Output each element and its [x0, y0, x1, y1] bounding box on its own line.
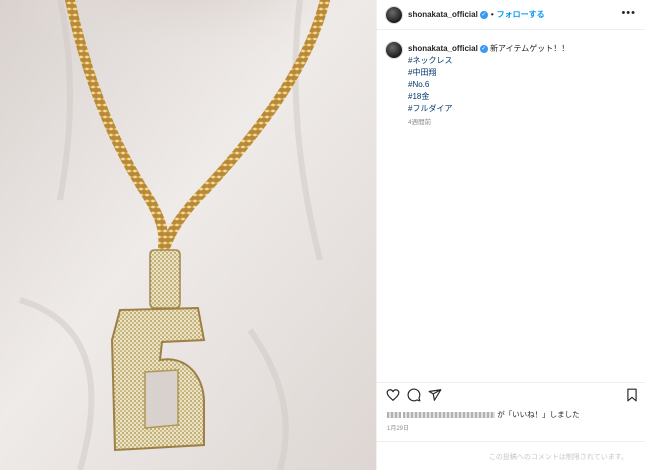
bookmark-icon[interactable]	[625, 388, 639, 402]
verified-icon: ✓	[479, 10, 488, 19]
share-icon[interactable]	[428, 388, 442, 402]
hashtag-link[interactable]: #フルダイア	[408, 103, 633, 115]
header-user: shonakata_official ✓ • フォローする	[408, 9, 545, 20]
username-link[interactable]: shonakata_official	[408, 10, 478, 19]
post-photo[interactable]	[0, 0, 376, 470]
verified-icon: ✓	[479, 44, 488, 53]
caption-body: shonakata_official ✓ 新アイテムゲット！！ #ネックレス #中…	[408, 43, 633, 129]
comments-area: この投稿へのコメントは制限されています。	[377, 441, 645, 470]
post-side-panel: shonakata_official ✓ • フォローする ••• shonakata…	[376, 0, 645, 470]
avatar[interactable]	[385, 6, 403, 24]
liker-name-redacted[interactable]	[403, 412, 496, 419]
post-header: shonakata_official ✓ • フォローする •••	[377, 0, 645, 30]
hashtag-link[interactable]: #18金	[408, 91, 633, 103]
caption-text: 新アイテムゲット！！	[490, 44, 570, 53]
instagram-post: shonakata_official ✓ • フォローする ••• shonakata…	[0, 0, 645, 470]
heart-icon[interactable]	[386, 388, 400, 402]
caption-avatar[interactable]	[385, 41, 403, 59]
caption-username[interactable]: shonakata_official	[408, 44, 478, 53]
hashtag-link[interactable]: #No.6	[408, 79, 633, 91]
hashtag-link[interactable]: #中田翔	[408, 67, 633, 79]
post-date[interactable]: 1月29日	[387, 423, 409, 432]
caption-time: 4週間前	[408, 119, 432, 126]
liker-avatars	[387, 412, 401, 419]
follow-button[interactable]: フォローする	[497, 10, 545, 19]
likes-line: が「いいね！」しました	[387, 409, 580, 420]
action-bar	[377, 382, 645, 406]
comments-restricted-text: この投稿へのコメントは制限されています。	[488, 454, 628, 461]
separator-dot: •	[490, 10, 494, 19]
comment-icon[interactable]	[407, 388, 421, 402]
more-icon[interactable]: •••	[621, 7, 636, 19]
necklace-photo	[0, 0, 376, 470]
likes-text: が「いいね！」しました	[497, 410, 580, 419]
hashtag-link[interactable]: #ネックレス	[408, 55, 633, 67]
